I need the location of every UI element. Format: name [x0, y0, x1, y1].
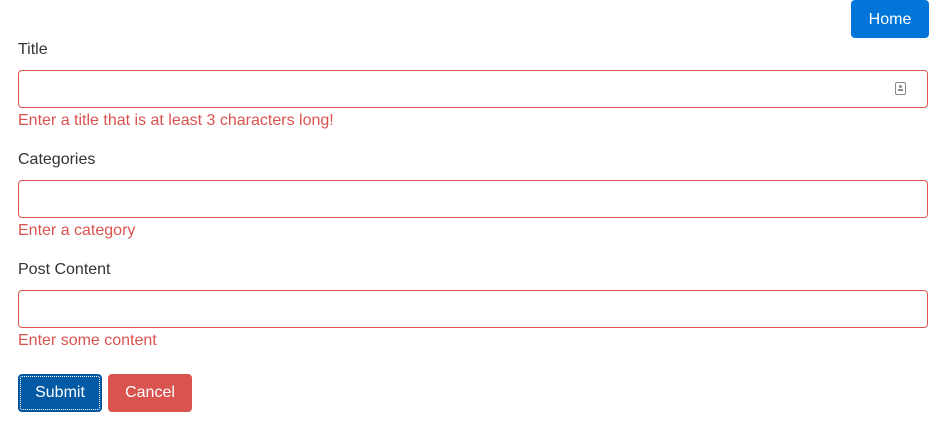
submit-button[interactable]: Submit: [18, 374, 102, 412]
title-error: Enter a title that is at least 3 charact…: [18, 112, 334, 129]
categories-label: Categories: [18, 151, 96, 168]
contact-card-icon[interactable]: [895, 82, 906, 95]
title-input[interactable]: [18, 70, 928, 108]
title-label: Title: [18, 41, 48, 58]
home-button[interactable]: Home: [851, 0, 929, 38]
content-label: Post Content: [18, 261, 111, 278]
categories-error: Enter a category: [18, 222, 136, 239]
categories-input[interactable]: [18, 180, 928, 218]
cancel-button[interactable]: Cancel: [108, 374, 192, 412]
content-input[interactable]: [18, 290, 928, 328]
content-error: Enter some content: [18, 332, 157, 349]
